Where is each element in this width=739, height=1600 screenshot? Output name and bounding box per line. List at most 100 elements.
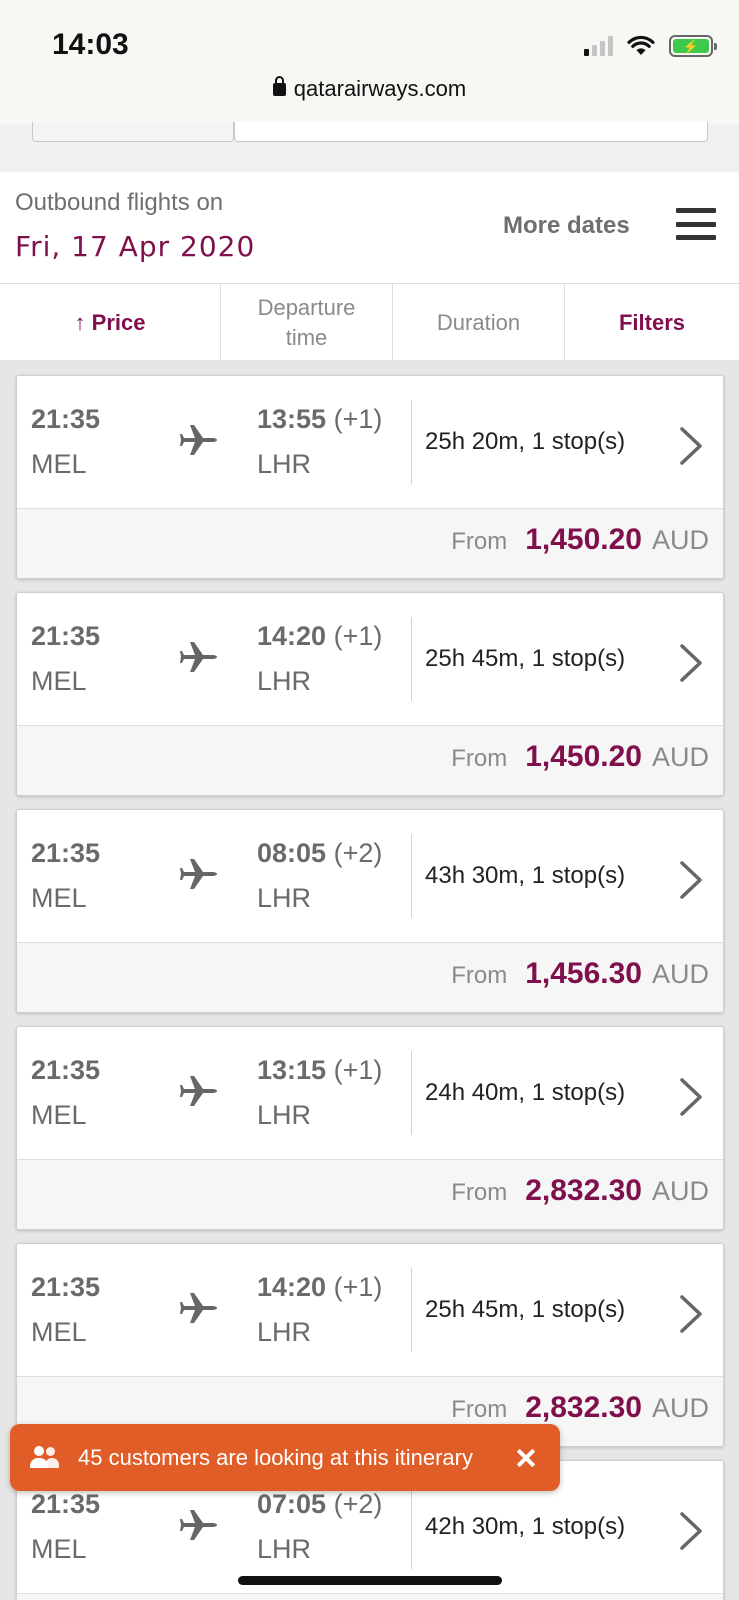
price-row[interactable]: From 1,456.30 AUD [17,942,723,1012]
departure-time: 21:35 [31,404,101,434]
arrival-day-offset: (+1) [333,621,383,651]
more-dates-link[interactable]: More dates [503,212,630,240]
home-indicator[interactable] [238,1576,502,1585]
chevron-right-icon[interactable] [679,1294,703,1334]
divider [411,1268,412,1352]
wifi-icon [627,35,655,55]
price-line: From 2,832.30 AUD [451,1391,709,1425]
from-label: From [451,962,508,989]
arrival-time: 08:05 (+2) [257,838,382,869]
arrival-day-offset: (+1) [333,1272,383,1302]
price-value: 1,450.20 [525,740,642,773]
search-form-remnant [0,122,739,172]
chevron-right-icon[interactable] [679,1077,703,1117]
price-value: 2,832.30 [525,1391,642,1424]
sort-tab-price[interactable]: ↑ Price [0,284,221,361]
flight-summary[interactable]: 21:35 MEL 14:20 (+1) LHR 25h 45m, 1 stop… [17,593,723,725]
duration-stops: 42h 30m, 1 stop(s) [425,1513,626,1540]
close-icon[interactable] [514,1446,538,1470]
from-label: From [451,528,508,555]
sort-tab-departure-line2: time [285,324,328,350]
outbound-label: Outbound flights on [15,189,224,216]
plane-icon [180,1510,217,1540]
divider [411,617,412,701]
departure-airport: MEL [31,449,87,479]
currency-label: AUD [651,959,709,989]
currency-label: AUD [651,525,709,555]
plane-icon [180,1293,217,1323]
chevron-right-icon[interactable] [679,643,703,683]
flight-card[interactable]: 21:35 MEL 14:20 (+1) LHR 25h 45m, 1 stop… [16,592,724,796]
flight-card[interactable]: 21:35 MEL 14:20 (+1) LHR 25h 45m, 1 stop… [16,1243,724,1447]
chevron-right-icon[interactable] [679,1511,703,1551]
chevron-right-icon[interactable] [679,426,703,466]
flight-card[interactable]: 21:35 MEL 13:15 (+1) LHR 24h 40m, 1 stop… [16,1026,724,1230]
price-row[interactable]: From 1,450.20 AUD [17,725,723,795]
flight-summary[interactable]: 21:35 MEL 14:20 (+1) LHR 25h 45m, 1 stop… [17,1244,723,1376]
hamburger-menu-icon[interactable] [676,208,716,240]
arrival-time: 14:20 (+1) [257,1272,382,1303]
toast-message: 45 customers are looking at this itinera… [78,1444,473,1470]
arrival-time-value: 13:15 [257,1055,327,1085]
arrival-airport: LHR [257,883,312,913]
arrival-day-offset: (+2) [333,838,383,868]
social-proof-toast: 45 customers are looking at this itinera… [10,1424,560,1491]
sort-tab-departure-line1: Departure [257,294,356,320]
duration-stops: 24h 40m, 1 stop(s) [425,1079,626,1106]
sort-tab-departure-time[interactable]: Departure time [221,284,393,361]
departure-time: 21:35 [31,621,101,651]
plane-icon [180,425,217,455]
status-time: 14:03 [52,28,129,61]
price-value: 2,832.30 [525,1174,642,1207]
duration-stops: 43h 30m, 1 stop(s) [425,862,626,889]
currency-label: AUD [651,742,709,772]
url-text: qatarairways.com [293,76,467,101]
departure-time: 21:35 [31,838,101,868]
arrival-time: 13:55 (+1) [257,404,382,435]
price-value: 1,456.30 [525,957,642,990]
departure-time: 21:35 [31,1489,101,1519]
plane-icon [180,1076,217,1106]
chevron-right-icon[interactable] [679,860,703,900]
plane-icon [180,642,217,672]
currency-label: AUD [651,1393,709,1423]
departure-time: 21:35 [31,1272,101,1302]
divider [411,400,412,484]
departure-airport: MEL [31,666,87,696]
plane-icon [180,859,217,889]
flight-card[interactable]: 21:35 MEL 08:05 (+2) LHR 43h 30m, 1 stop… [16,809,724,1013]
departure-airport: MEL [31,1534,87,1564]
arrival-airport: LHR [257,666,312,696]
price-row[interactable]: From 2,832.30 AUD [17,1159,723,1229]
price-row[interactable]: From 1,450.20 AUD [17,508,723,578]
arrival-day-offset: (+1) [333,1055,383,1085]
arrival-time: 13:15 (+1) [257,1055,382,1086]
departure-airport: MEL [31,1100,87,1130]
arrival-time-value: 07:05 [257,1489,327,1519]
arrival-time: 07:05 (+2) [257,1489,382,1520]
lock-icon [272,76,286,96]
departure-airport: MEL [31,1317,87,1347]
divider [411,834,412,918]
from-label: From [451,1396,508,1423]
outbound-date: Fri, 17 Apr 2020 [15,230,256,263]
departure-airport: MEL [31,883,87,913]
status-icons: ⚡ [584,34,717,58]
form-field-partial[interactable] [32,122,234,142]
form-field-partial[interactable] [234,122,708,142]
price-row[interactable] [17,1593,723,1600]
arrival-day-offset: (+1) [333,404,383,434]
duration-stops: 25h 45m, 1 stop(s) [425,1296,626,1323]
arrival-day-offset: (+2) [333,1489,383,1519]
flight-summary[interactable]: 21:35 MEL 13:15 (+1) LHR 24h 40m, 1 stop… [17,1027,723,1159]
sort-bar: ↑ Price Departure time Duration Filters [0,283,739,361]
filters-button[interactable]: Filters [565,284,739,361]
sort-tab-duration[interactable]: Duration [393,284,565,361]
flight-summary[interactable]: 21:35 MEL 08:05 (+2) LHR 43h 30m, 1 stop… [17,810,723,942]
flight-card[interactable]: 21:35 MEL 13:55 (+1) LHR 25h 20m, 1 stop… [16,375,724,579]
url-bar[interactable]: qatarairways.com [0,76,739,102]
arrival-airport: LHR [257,1534,312,1564]
price-line: From 1,456.30 AUD [451,957,709,991]
flight-summary[interactable]: 21:35 MEL 13:55 (+1) LHR 25h 20m, 1 stop… [17,376,723,508]
arrival-airport: LHR [257,1317,312,1347]
